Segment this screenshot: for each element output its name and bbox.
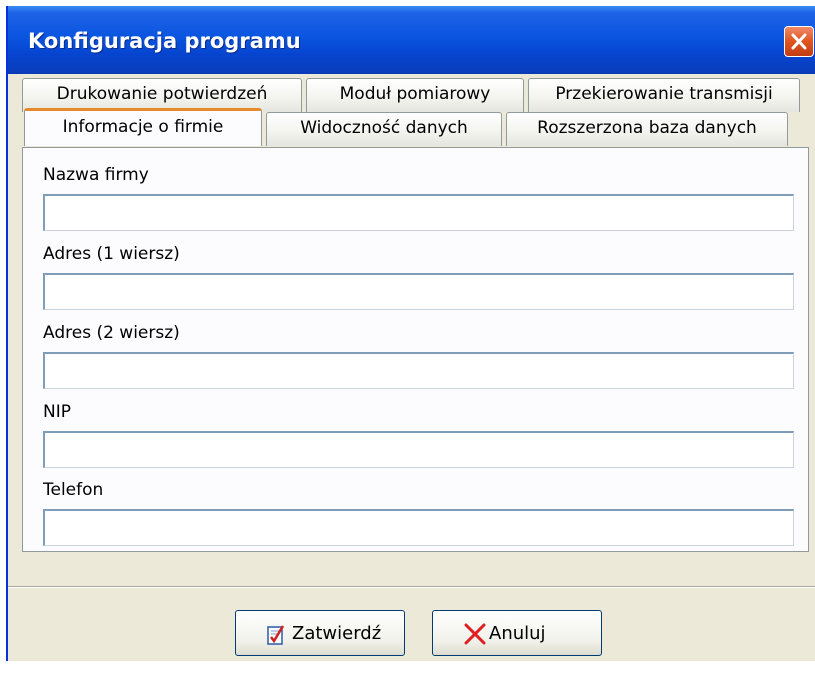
tab-label: Przekierowanie transmisji — [555, 84, 773, 104]
field-label-nip: NIP — [43, 402, 71, 422]
tab-label: Informacje o firmie — [62, 117, 224, 137]
button-separator — [8, 586, 815, 588]
confirm-button[interactable]: Zatwierdź — [235, 610, 405, 656]
tab-przekierowanie-transmisji[interactable]: Przekierowanie transmisji — [528, 78, 800, 112]
cancel-button-label: Anuluj — [489, 623, 546, 644]
cancel-button[interactable]: Anuluj — [432, 610, 602, 656]
tab-label: Moduł pomiarowy — [339, 84, 491, 104]
tab-modul-pomiarowy[interactable]: Moduł pomiarowy — [306, 78, 524, 112]
x-icon — [464, 623, 486, 645]
close-button[interactable] — [784, 26, 814, 57]
field-label-address-2: Adres (2 wiersz) — [43, 323, 180, 343]
field-label-phone: Telefon — [43, 480, 104, 500]
title-bar[interactable]: Konfiguracja programu — [8, 6, 815, 74]
company-info-panel: Nazwa firmy Adres (1 wiersz) Adres (2 wi… — [22, 147, 809, 552]
confirm-button-label: Zatwierdź — [292, 623, 382, 644]
close-icon — [791, 33, 807, 50]
address-line-1-input[interactable] — [43, 273, 794, 310]
field-label-address-1: Adres (1 wiersz) — [43, 244, 180, 264]
tab-rozszerzona-baza-danych[interactable]: Rozszerzona baza danych — [506, 112, 788, 146]
tab-label: Drukowanie potwierdzeń — [56, 84, 268, 104]
phone-input[interactable] — [43, 509, 794, 546]
address-line-2-input[interactable] — [43, 352, 794, 389]
tab-widocznosc-danych[interactable]: Widoczność danych — [266, 112, 502, 146]
tab-strip: Drukowanie potwierdzeń Moduł pomiarowy P… — [8, 74, 815, 148]
tab-informacje-o-firmie[interactable]: Informacje o firmie — [24, 108, 262, 146]
field-label-company-name: Nazwa firmy — [43, 165, 149, 185]
tab-label: Widoczność danych — [300, 118, 468, 138]
company-name-input[interactable] — [43, 194, 794, 231]
tab-drukowanie-potwierdzen[interactable]: Drukowanie potwierdzeń — [22, 78, 302, 112]
config-dialog: Konfiguracja programu Drukowanie potwier… — [6, 6, 815, 661]
nip-input[interactable] — [43, 431, 794, 468]
window-title: Konfiguracja programu — [28, 29, 301, 53]
tab-label: Rozszerzona baza danych — [537, 118, 757, 138]
checklist-icon — [267, 625, 285, 645]
